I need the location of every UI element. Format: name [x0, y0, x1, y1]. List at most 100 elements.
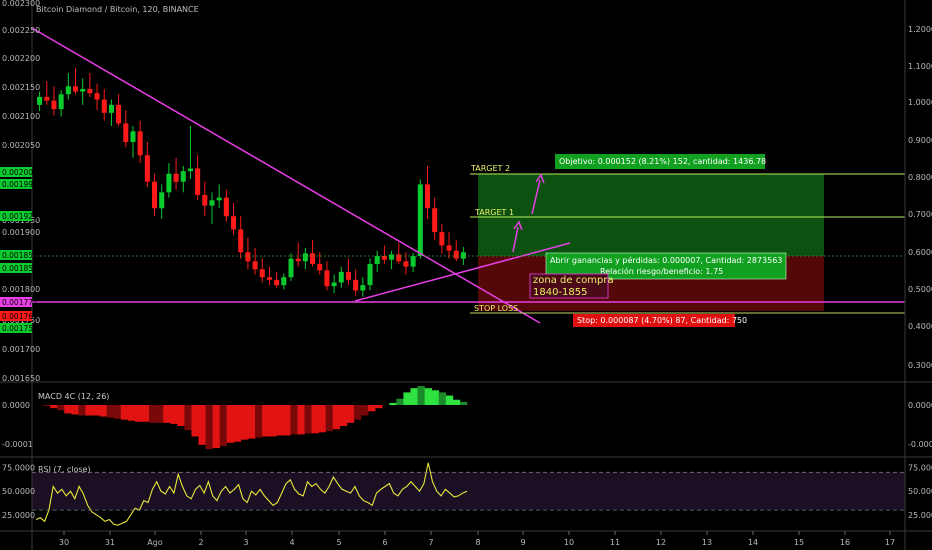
candle-body: [101, 99, 107, 113]
position-text: Abrir ganancias y pérdidas: 0.000007, Ca…: [550, 255, 782, 265]
candle-body: [187, 168, 193, 172]
macd-bar: [255, 405, 263, 438]
macd-bar: [127, 405, 136, 421]
candle-body: [310, 253, 316, 264]
candle-body: [424, 184, 431, 209]
candle-body: [353, 279, 359, 291]
macd-bar: [78, 405, 86, 416]
candle-body: [80, 88, 86, 92]
macd-bar: [240, 405, 249, 440]
macd-bar: [134, 405, 143, 422]
x-tick-label: 30: [59, 538, 69, 547]
macd-bar: [311, 405, 319, 434]
candle-body: [360, 285, 366, 291]
y-right-tick-label: 1.2000: [908, 25, 932, 34]
x-tick-label: 4: [289, 538, 294, 547]
candle-body: [302, 253, 308, 262]
macd-bar: [198, 405, 206, 445]
macd-bar: [262, 405, 270, 437]
candle-body: [130, 131, 136, 142]
candle-body: [439, 232, 445, 246]
candle-body: [87, 88, 93, 94]
macd-bar: [424, 388, 432, 405]
macd-y-tick: -0.0001: [2, 440, 33, 449]
chart-window: TARGET 2 TARGET 1 STOP LOSS Objetivo: 0.000…: [0, 0, 932, 550]
y-right-tick-label: 0.5000: [908, 285, 932, 294]
y-left-tick-label: 0.001800: [2, 285, 40, 294]
x-tick-label: 2: [198, 538, 203, 547]
candle-body: [159, 192, 165, 209]
y-right-tick-label: 0.3000: [908, 361, 932, 370]
macd-bar: [205, 405, 213, 450]
candle-body: [374, 255, 380, 264]
candle-body: [94, 93, 100, 100]
y-left-tick-label: 0.002100: [2, 112, 40, 121]
x-tick-label: 13: [702, 538, 712, 547]
y-right-tick-label: 0.7000: [908, 210, 932, 219]
macd-bar: [410, 388, 418, 405]
macd-bar: [156, 405, 164, 423]
candle-body: [403, 261, 409, 267]
price-label: 0.002004: [2, 168, 38, 177]
macd-bar: [361, 405, 369, 416]
candle-body: [288, 258, 294, 278]
macd-bar: [353, 405, 362, 420]
candle-body: [324, 270, 330, 287]
macd-bar: [219, 405, 228, 446]
candle-body: [44, 96, 50, 101]
macd-bar: [396, 398, 404, 405]
macd-bar: [99, 405, 107, 417]
risk-reward-text: Relación riesgo/beneficio: 1.75: [600, 266, 723, 276]
macd-bar: [290, 405, 298, 435]
macd-bar: [375, 405, 383, 409]
macd-bar: [191, 405, 199, 437]
macd-bar: [389, 402, 397, 405]
candle-body: [202, 195, 208, 206]
x-tick-label: 10: [564, 538, 574, 547]
y-right-tick-label: 1.0000: [908, 98, 932, 107]
candle-body: [259, 269, 265, 278]
candle-body: [166, 173, 172, 193]
y-left-tick-label: 0.002300: [2, 0, 40, 8]
y-right-tick-label: 0.8000: [908, 173, 932, 182]
candle-body: [331, 282, 337, 287]
candle-body: [137, 131, 143, 156]
candle-body: [195, 168, 201, 195]
x-tick-label: 7: [428, 538, 433, 547]
candle-body: [216, 197, 222, 201]
rsi-y-tick: 50.0000: [2, 487, 35, 496]
macd-bar: [149, 405, 157, 423]
price-label: 0.001777: [2, 298, 38, 307]
macd-bar: [163, 405, 171, 423]
chart-canvas[interactable]: TARGET 2 TARGET 1 STOP LOSS Objetivo: 0.000…: [0, 0, 932, 550]
stop-text: Stop: 0.000087 (4.70%) 87, Cantidad: 750: [577, 316, 747, 325]
macd-bar: [368, 405, 376, 412]
candle-body: [72, 86, 79, 92]
price-label: 0.001852: [2, 264, 38, 273]
y-right-tick-label: 1.1000: [908, 62, 932, 71]
candle-body: [65, 86, 71, 95]
x-tick-label: 17: [885, 538, 895, 547]
candle-body: [209, 200, 215, 206]
candle-body: [295, 258, 301, 262]
x-tick-label: 16: [840, 538, 850, 547]
macd-bar: [283, 405, 291, 436]
x-tick-label: 8: [475, 538, 480, 547]
macd-title: MACD 4C (12, 26): [38, 392, 109, 401]
y-left-tick-label: 0.002150: [2, 83, 40, 92]
price-label: 0.001859: [2, 251, 38, 260]
rsi-band: [32, 472, 905, 511]
price-label: 0.001758: [2, 324, 38, 333]
candle-body: [317, 263, 323, 271]
macd-bar: [346, 405, 355, 423]
rsi-y-tick: 75.0000: [2, 464, 35, 473]
rsi-title: RSI (7, close): [38, 465, 91, 474]
x-tick-label: 5: [336, 538, 341, 547]
y-left-tick-label: 0.002200: [2, 54, 40, 63]
macd-bar: [226, 405, 235, 443]
rsi-y-tick-right: 50.0000: [908, 487, 932, 496]
profit-zone: [478, 174, 824, 256]
chart-title: Bitcoin Diamond / Bitcoin, 120, BINANCE: [36, 5, 199, 14]
macd-bar: [212, 405, 221, 449]
macd-bar: [120, 405, 129, 420]
